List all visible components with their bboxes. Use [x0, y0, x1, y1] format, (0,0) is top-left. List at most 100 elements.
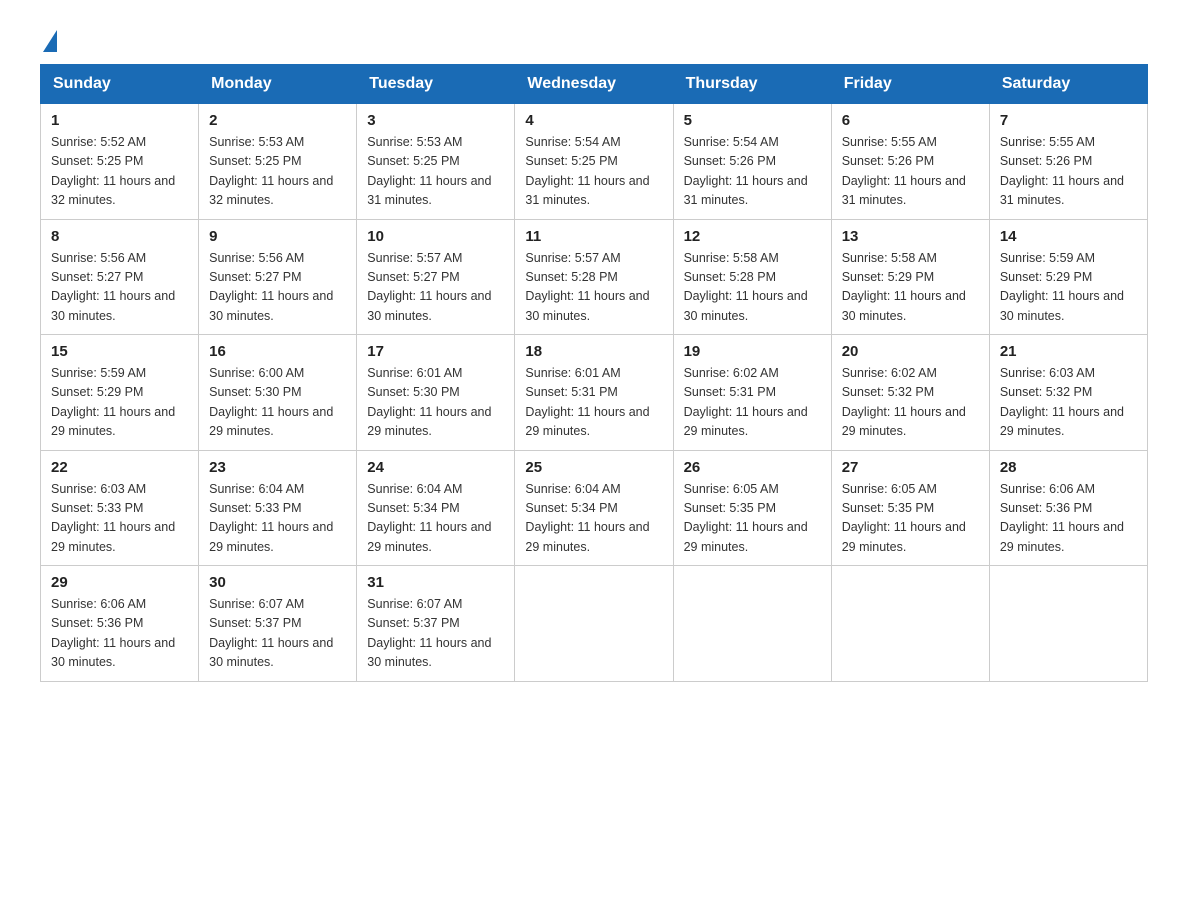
day-info: Sunrise: 6:03 AMSunset: 5:33 PMDaylight:… [51, 480, 188, 558]
day-info: Sunrise: 5:53 AMSunset: 5:25 PMDaylight:… [367, 133, 504, 211]
day-number: 23 [209, 459, 346, 476]
calendar-cell [989, 566, 1147, 682]
calendar-cell [515, 566, 673, 682]
day-number: 16 [209, 343, 346, 360]
day-number: 8 [51, 228, 188, 245]
calendar-week-row: 1Sunrise: 5:52 AMSunset: 5:25 PMDaylight… [41, 104, 1148, 220]
calendar-cell: 29 Sunrise: 6:06 AMSunset: 5:36 PMDayligh… [41, 566, 199, 682]
calendar-cell: 18 Sunrise: 6:01 AMSunset: 5:31 PMDayligh… [515, 335, 673, 451]
day-number: 18 [525, 343, 662, 360]
logo [40, 30, 57, 44]
day-number: 5 [684, 112, 821, 129]
calendar-cell [673, 566, 831, 682]
day-info: Sunrise: 6:07 AMSunset: 5:37 PMDaylight:… [209, 595, 346, 673]
col-header-monday: Monday [199, 65, 357, 104]
day-number: 25 [525, 459, 662, 476]
day-number: 9 [209, 228, 346, 245]
day-info: Sunrise: 6:01 AMSunset: 5:30 PMDaylight:… [367, 364, 504, 442]
day-number: 31 [367, 574, 504, 591]
day-number: 10 [367, 228, 504, 245]
calendar-cell: 17 Sunrise: 6:01 AMSunset: 5:30 PMDayligh… [357, 335, 515, 451]
day-number: 30 [209, 574, 346, 591]
calendar-cell: 27 Sunrise: 6:05 AMSunset: 5:35 PMDayligh… [831, 450, 989, 566]
calendar-cell: 8 Sunrise: 5:56 AMSunset: 5:27 PMDaylight… [41, 219, 199, 335]
col-header-tuesday: Tuesday [357, 65, 515, 104]
day-number: 26 [684, 459, 821, 476]
day-info: Sunrise: 6:04 AMSunset: 5:33 PMDaylight:… [209, 480, 346, 558]
day-number: 27 [842, 459, 979, 476]
day-number: 2 [209, 112, 346, 129]
col-header-saturday: Saturday [989, 65, 1147, 104]
calendar-cell: 25 Sunrise: 6:04 AMSunset: 5:34 PMDayligh… [515, 450, 673, 566]
day-number: 22 [51, 459, 188, 476]
calendar-cell: 30 Sunrise: 6:07 AMSunset: 5:37 PMDayligh… [199, 566, 357, 682]
day-info: Sunrise: 6:04 AMSunset: 5:34 PMDaylight:… [525, 480, 662, 558]
day-info: Sunrise: 6:02 AMSunset: 5:31 PMDaylight:… [684, 364, 821, 442]
day-number: 17 [367, 343, 504, 360]
day-number: 3 [367, 112, 504, 129]
day-number: 24 [367, 459, 504, 476]
day-number: 20 [842, 343, 979, 360]
day-info: Sunrise: 6:06 AMSunset: 5:36 PMDaylight:… [1000, 480, 1137, 558]
calendar-week-row: 29 Sunrise: 6:06 AMSunset: 5:36 PMDayligh… [41, 566, 1148, 682]
calendar-week-row: 15 Sunrise: 5:59 AMSunset: 5:29 PMDayligh… [41, 335, 1148, 451]
day-number: 1 [51, 112, 188, 129]
day-info: Sunrise: 6:06 AMSunset: 5:36 PMDaylight:… [51, 595, 188, 673]
day-info: Sunrise: 5:57 AMSunset: 5:28 PMDaylight:… [525, 249, 662, 327]
col-header-wednesday: Wednesday [515, 65, 673, 104]
calendar-cell: 15 Sunrise: 5:59 AMSunset: 5:29 PMDayligh… [41, 335, 199, 451]
calendar-cell: 22 Sunrise: 6:03 AMSunset: 5:33 PMDayligh… [41, 450, 199, 566]
calendar-cell: 16 Sunrise: 6:00 AMSunset: 5:30 PMDayligh… [199, 335, 357, 451]
day-info: Sunrise: 6:01 AMSunset: 5:31 PMDaylight:… [525, 364, 662, 442]
calendar-cell: 7 Sunrise: 5:55 AMSunset: 5:26 PMDaylight… [989, 104, 1147, 220]
day-info: Sunrise: 5:59 AMSunset: 5:29 PMDaylight:… [51, 364, 188, 442]
calendar-cell: 11Sunrise: 5:57 AMSunset: 5:28 PMDayligh… [515, 219, 673, 335]
day-info: Sunrise: 5:53 AMSunset: 5:25 PMDaylight:… [209, 133, 346, 211]
day-number: 21 [1000, 343, 1137, 360]
calendar-cell: 13Sunrise: 5:58 AMSunset: 5:29 PMDayligh… [831, 219, 989, 335]
day-info: Sunrise: 5:58 AMSunset: 5:28 PMDaylight:… [684, 249, 821, 327]
col-header-friday: Friday [831, 65, 989, 104]
day-info: Sunrise: 6:05 AMSunset: 5:35 PMDaylight:… [684, 480, 821, 558]
calendar-cell: 28 Sunrise: 6:06 AMSunset: 5:36 PMDayligh… [989, 450, 1147, 566]
calendar-cell: 26 Sunrise: 6:05 AMSunset: 5:35 PMDayligh… [673, 450, 831, 566]
col-header-sunday: Sunday [41, 65, 199, 104]
day-info: Sunrise: 5:57 AMSunset: 5:27 PMDaylight:… [367, 249, 504, 327]
calendar-cell: 3 Sunrise: 5:53 AMSunset: 5:25 PMDaylight… [357, 104, 515, 220]
calendar-cell: 21 Sunrise: 6:03 AMSunset: 5:32 PMDayligh… [989, 335, 1147, 451]
col-header-thursday: Thursday [673, 65, 831, 104]
day-info: Sunrise: 6:03 AMSunset: 5:32 PMDaylight:… [1000, 364, 1137, 442]
calendar-cell: 5 Sunrise: 5:54 AMSunset: 5:26 PMDaylight… [673, 104, 831, 220]
day-info: Sunrise: 6:05 AMSunset: 5:35 PMDaylight:… [842, 480, 979, 558]
calendar-cell: 4Sunrise: 5:54 AMSunset: 5:25 PMDaylight… [515, 104, 673, 220]
day-info: Sunrise: 5:56 AMSunset: 5:27 PMDaylight:… [209, 249, 346, 327]
calendar-cell: 23 Sunrise: 6:04 AMSunset: 5:33 PMDayligh… [199, 450, 357, 566]
page-header [40, 30, 1148, 44]
day-info: Sunrise: 5:55 AMSunset: 5:26 PMDaylight:… [1000, 133, 1137, 211]
day-info: Sunrise: 5:55 AMSunset: 5:26 PMDaylight:… [842, 133, 979, 211]
day-number: 7 [1000, 112, 1137, 129]
day-info: Sunrise: 5:54 AMSunset: 5:26 PMDaylight:… [684, 133, 821, 211]
day-number: 12 [684, 228, 821, 245]
day-info: Sunrise: 6:07 AMSunset: 5:37 PMDaylight:… [367, 595, 504, 673]
calendar-cell [831, 566, 989, 682]
day-number: 15 [51, 343, 188, 360]
day-number: 29 [51, 574, 188, 591]
calendar-header-row: SundayMondayTuesdayWednesdayThursdayFrid… [41, 65, 1148, 104]
day-info: Sunrise: 6:02 AMSunset: 5:32 PMDaylight:… [842, 364, 979, 442]
calendar-cell: 6 Sunrise: 5:55 AMSunset: 5:26 PMDaylight… [831, 104, 989, 220]
day-info: Sunrise: 5:56 AMSunset: 5:27 PMDaylight:… [51, 249, 188, 327]
day-number: 28 [1000, 459, 1137, 476]
day-info: Sunrise: 6:04 AMSunset: 5:34 PMDaylight:… [367, 480, 504, 558]
calendar-cell: 20 Sunrise: 6:02 AMSunset: 5:32 PMDayligh… [831, 335, 989, 451]
day-number: 6 [842, 112, 979, 129]
calendar-cell: 10 Sunrise: 5:57 AMSunset: 5:27 PMDayligh… [357, 219, 515, 335]
day-info: Sunrise: 6:00 AMSunset: 5:30 PMDaylight:… [209, 364, 346, 442]
calendar-week-row: 22 Sunrise: 6:03 AMSunset: 5:33 PMDayligh… [41, 450, 1148, 566]
calendar-week-row: 8 Sunrise: 5:56 AMSunset: 5:27 PMDaylight… [41, 219, 1148, 335]
day-number: 14 [1000, 228, 1137, 245]
calendar-cell: 24 Sunrise: 6:04 AMSunset: 5:34 PMDayligh… [357, 450, 515, 566]
calendar-cell: 2 Sunrise: 5:53 AMSunset: 5:25 PMDaylight… [199, 104, 357, 220]
calendar-cell: 19 Sunrise: 6:02 AMSunset: 5:31 PMDayligh… [673, 335, 831, 451]
day-number: 19 [684, 343, 821, 360]
